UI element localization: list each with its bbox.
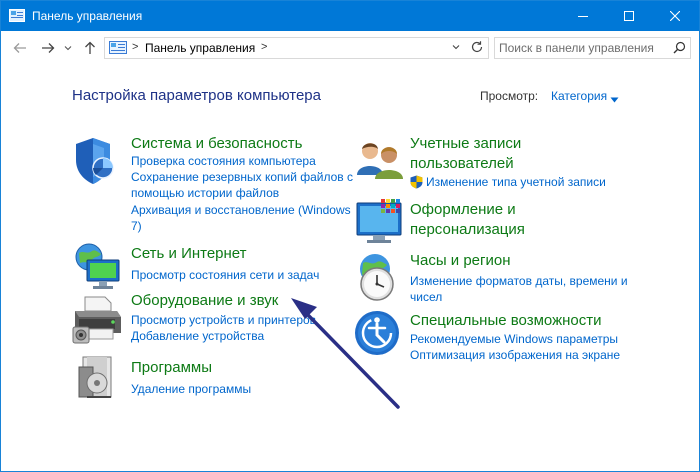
address-dropdown-icon[interactable]: [451, 41, 461, 56]
recent-locations-button[interactable]: [62, 39, 74, 57]
view-by-label: Просмотр:: [480, 89, 539, 103]
link-add-device[interactable]: Добавление устройства: [131, 328, 264, 344]
network-globe-icon[interactable]: [71, 241, 125, 295]
up-button[interactable]: [81, 39, 99, 57]
category-system-security[interactable]: Система и безопасность: [131, 134, 302, 154]
link-backup-restore-cont[interactable]: 7): [131, 218, 142, 234]
category-appearance-line1[interactable]: Оформление и: [410, 200, 516, 220]
link-file-history-backup[interactable]: Сохранение резервных копий файлов с: [131, 169, 353, 185]
link-network-status[interactable]: Просмотр состояния сети и задач: [131, 267, 319, 283]
navigation-bar: > Панель управления >: [1, 31, 699, 65]
category-appearance-line2[interactable]: персонализация: [410, 220, 525, 240]
search-icon[interactable]: [673, 41, 686, 57]
user-accounts-icon[interactable]: [353, 135, 407, 189]
dropdown-arrow-icon[interactable]: [610, 92, 619, 106]
category-user-accounts-line1[interactable]: Учетные записи: [410, 134, 521, 154]
category-clock-region[interactable]: Часы и регион: [410, 251, 511, 271]
shield-icon[interactable]: [71, 134, 125, 188]
link-change-date-time-formats-cont[interactable]: чисел: [410, 289, 442, 305]
link-file-history-backup-cont[interactable]: помощью истории файлов: [131, 185, 279, 201]
personalization-icon[interactable]: [353, 197, 407, 251]
link-recommended-settings[interactable]: Рекомендуемые Windows параметры: [410, 331, 618, 347]
control-panel-window: Панель управления > Панель управления > …: [0, 0, 700, 472]
close-button[interactable]: [652, 1, 698, 31]
minimize-button[interactable]: [560, 1, 606, 31]
maximize-button[interactable]: [606, 1, 652, 31]
link-uninstall-program[interactable]: Удаление программы: [131, 381, 251, 397]
search-input[interactable]: [499, 40, 674, 55]
category-user-accounts-line2[interactable]: пользователей: [410, 154, 514, 174]
breadcrumb-control-panel[interactable]: Панель управления: [145, 41, 255, 55]
control-panel-icon: [109, 41, 127, 58]
link-optimize-display[interactable]: Оптимизация изображения на экране: [410, 347, 620, 363]
address-field[interactable]: > Панель управления >: [104, 37, 489, 59]
refresh-icon[interactable]: [470, 40, 484, 57]
search-field[interactable]: [494, 37, 691, 59]
printer-icon[interactable]: [71, 293, 125, 347]
link-devices-printers[interactable]: Просмотр устройств и принтеров: [131, 312, 316, 328]
view-by-dropdown[interactable]: Категория: [551, 89, 607, 103]
control-panel-icon: [9, 9, 25, 26]
ease-of-access-icon[interactable]: [353, 309, 407, 363]
category-network-internet[interactable]: Сеть и Интернет: [131, 244, 247, 264]
uac-shield-icon: [410, 175, 423, 192]
link-change-date-time-formats[interactable]: Изменение форматов даты, времени и: [410, 273, 628, 289]
breadcrumb-separator[interactable]: >: [261, 41, 267, 53]
window-title: Панель управления: [32, 9, 143, 23]
link-check-computer-status[interactable]: Проверка состояния компьютера: [131, 153, 316, 169]
title-bar[interactable]: Панель управления: [1, 1, 699, 31]
page-title: Настройка параметров компьютера: [72, 87, 321, 104]
breadcrumb-separator[interactable]: >: [132, 41, 138, 53]
link-backup-restore[interactable]: Архивация и восстановление (Windows: [131, 202, 351, 218]
category-ease-of-access[interactable]: Специальные возможности: [410, 311, 602, 331]
link-change-account-type[interactable]: Изменение типа учетной записи: [426, 174, 606, 190]
programs-icon[interactable]: [73, 353, 127, 407]
forward-button[interactable]: [39, 39, 57, 57]
clock-region-icon[interactable]: [351, 251, 405, 305]
back-button[interactable]: [11, 39, 29, 57]
category-programs[interactable]: Программы: [131, 358, 212, 378]
category-hardware-sound[interactable]: Оборудование и звук: [131, 291, 278, 311]
